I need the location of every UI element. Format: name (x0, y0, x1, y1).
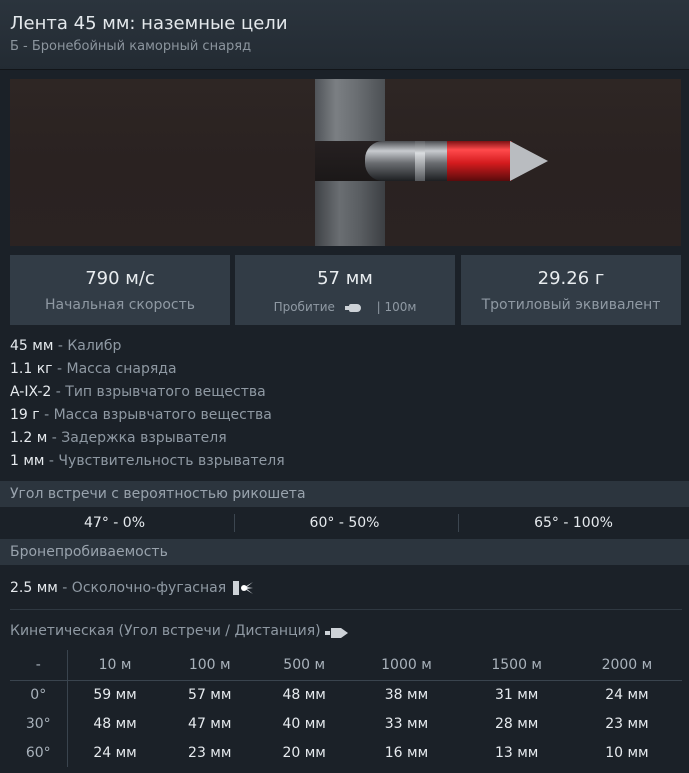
ricochet-section-title: Угол встречи с вероятностью рикошета (0, 481, 689, 507)
column-header: 500 м (256, 650, 352, 681)
he-penetration-label: - Осколочно-фугасная (57, 580, 227, 596)
ricochet-probability: - 100% (558, 515, 613, 531)
table-cell: 40 мм (282, 715, 326, 732)
stat-value: 57 мм (317, 268, 373, 289)
table-cell: 13 мм (494, 744, 539, 761)
table-header-row: - 10 м 100 м 500 м 1000 м 1500 м 2000 м (10, 650, 682, 681)
ammo-subtitle: Б - Бронебойный каморный снаряд (10, 39, 252, 54)
property-label: - Чувствительность взрывателя (44, 453, 285, 469)
property-value: 1 мм (10, 453, 45, 469)
ricochet-angle: 60° (309, 515, 335, 531)
table-row: 0° 59 мм 57 мм 48 мм 38 мм 31 мм 24 мм (10, 680, 682, 709)
property-explosive-mass: 19 г - Масса взрывчатого вещества (10, 404, 285, 427)
column-header: 2000 м (571, 650, 682, 681)
property-fuse-delay: 1.2 м - Задержка взрывателя (10, 427, 285, 450)
ricochet-angle: 65° (534, 515, 559, 531)
shell-tracer-cap (447, 141, 512, 181)
property-label: - Задержка взрывателя (47, 430, 227, 446)
property-label: - Масса снаряда (52, 361, 177, 377)
table-cell: 16 мм (384, 744, 429, 761)
table-cell: 57 мм (188, 686, 232, 703)
penetration-table: - 10 м 100 м 500 м 1000 м 1500 м 2000 м … (10, 650, 682, 767)
table-corner: - (10, 650, 68, 681)
column-header: 1500 м (461, 650, 572, 681)
table-cell: 59 мм (93, 686, 137, 703)
property-label: - Масса взрывчатого вещества (39, 407, 272, 423)
table-cell: 48 мм (93, 715, 137, 732)
table-cell: 33 мм (384, 715, 429, 732)
table-cell: 10 мм (605, 744, 649, 761)
stat-value: 29.26 г (537, 268, 605, 289)
header: Лента 45 мм: наземные цели Б - Бронебойн… (0, 0, 689, 70)
ricochet-probability: - 50% (334, 515, 380, 531)
table-cell: 47 мм (188, 715, 232, 732)
ammo-title: Лента 45 мм: наземные цели (10, 13, 288, 34)
kinetic-title: Кинетическая (Угол встречи / Дистанция) (10, 619, 349, 643)
he-explosion-icon (231, 577, 255, 599)
shell-band (415, 141, 425, 181)
table-cell: 20 мм (282, 744, 326, 761)
he-penetration-value: 2.5 мм (10, 580, 58, 596)
stat-muzzle-velocity: 790 м/с Начальная скорость (10, 255, 230, 325)
shell-penetration-icon (344, 302, 367, 314)
property-label: - Тип взрывчатого вещества (51, 384, 266, 400)
row-header: 0° (10, 680, 68, 709)
column-header: 100 м (162, 650, 257, 681)
table-cell: 28 мм (494, 715, 539, 732)
stat-label: Пробитие | 100м (235, 297, 455, 317)
properties-list: 45 мм - Калибр 1.1 кг - Масса снаряда A-… (10, 335, 285, 473)
ricochet-cell: 47° - 0% (0, 510, 229, 536)
stats-panel: 790 м/с Начальная скорость 57 мм Пробити… (10, 255, 681, 325)
property-explosive-type: A-IX-2 - Тип взрывчатого вещества (10, 381, 285, 404)
property-value: A-IX-2 (10, 384, 52, 400)
column-header: 1000 м (351, 650, 462, 681)
ricochet-angle: 47° (84, 515, 109, 531)
ricochet-cell: 65° - 100% (459, 510, 688, 536)
he-penetration-line: 2.5 мм - Осколочно-фугасная (10, 576, 255, 600)
table-cell: 31 мм (494, 686, 539, 703)
armor-section-title: Бронепробиваемость (0, 539, 689, 565)
stat-label-prefix: Пробитие (273, 300, 335, 314)
shell-body (365, 141, 450, 181)
ricochet-row: 47° - 0% 60° - 50% 65° - 100% (0, 510, 689, 536)
property-fuse-sensitivity: 1 мм - Чувствительность взрывателя (10, 450, 285, 473)
row-header: 30° (10, 709, 68, 738)
stat-label: Начальная скорость (44, 297, 196, 313)
table-cell: 24 мм (605, 686, 649, 703)
shell-tip (510, 141, 548, 181)
kinetic-shell-icon (325, 624, 349, 638)
table-row: 30° 48 мм 47 мм 40 мм 33 мм 28 мм 23 мм (10, 709, 682, 738)
table-cell: 23 мм (188, 744, 232, 761)
property-value: 1.1 кг (10, 361, 53, 377)
ricochet-probability: - 0% (108, 515, 145, 531)
ricochet-cell: 60° - 50% (230, 510, 459, 536)
shell-preview-image (10, 79, 681, 246)
property-value: 19 г (10, 407, 40, 423)
stat-tnt-equivalent: 29.26 г Тротиловый эквивалент (461, 255, 681, 325)
stat-label: Тротиловый эквивалент (481, 297, 661, 313)
stat-penetration: 57 мм Пробитие | 100м (235, 255, 455, 325)
section-divider (10, 609, 682, 610)
property-label: - Калибр (53, 338, 122, 354)
table-cell: 24 мм (93, 744, 137, 761)
table-row: 60° 24 мм 23 мм 20 мм 16 мм 13 мм 10 мм (10, 738, 682, 767)
table-cell: 38 мм (384, 686, 429, 703)
kinetic-title-text: Кинетическая (Угол встречи / Дистанция) (10, 623, 321, 639)
row-header: 60° (10, 738, 68, 767)
property-value: 45 мм (10, 338, 54, 354)
column-header: 10 м (67, 650, 163, 681)
table-cell: 23 мм (605, 715, 649, 732)
stat-label-suffix: | 100м (376, 300, 417, 314)
table-cell: 48 мм (282, 686, 326, 703)
property-value: 1.2 м (10, 430, 48, 446)
property-shell-mass: 1.1 кг - Масса снаряда (10, 358, 285, 381)
property-caliber: 45 мм - Калибр (10, 335, 285, 358)
armor-plate-lower (315, 181, 385, 246)
stat-value: 790 м/с (85, 268, 155, 289)
